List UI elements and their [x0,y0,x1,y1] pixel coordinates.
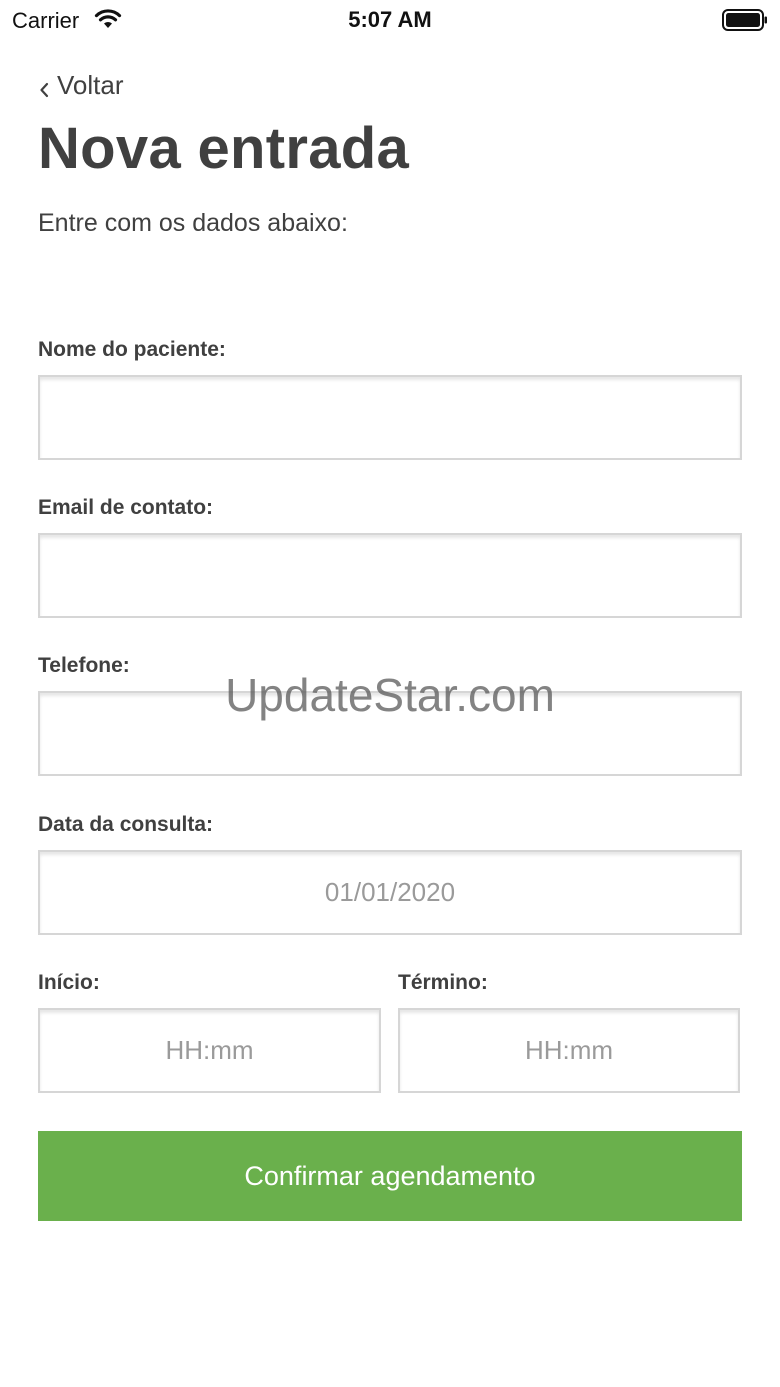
page-subtitle: Entre com os dados abaixo: [38,209,348,237]
chevron-left-icon [38,76,50,97]
phone-label: Telefone: [38,654,130,677]
confirm-appointment-button[interactable]: Confirmar agendamento [38,1131,742,1221]
phone-input[interactable] [38,691,742,776]
battery-icon [722,9,768,31]
start-time-input[interactable] [38,1008,381,1093]
end-time-label: Término: [398,971,488,994]
date-input[interactable] [38,850,742,935]
end-time-input[interactable] [398,1008,740,1093]
back-button[interactable]: Voltar [38,70,124,101]
status-time: 5:07 AM [348,7,432,32]
page-title: Nova entrada [38,116,410,181]
email-input[interactable] [38,533,742,618]
patient-name-input[interactable] [38,375,742,460]
status-bar: Carrier 5:07 AM [0,0,780,40]
date-label: Data da consulta: [38,813,214,836]
back-label: Voltar [57,70,124,100]
start-time-label: Início: [38,971,100,994]
email-label: Email de contato: [38,496,214,519]
patient-name-label: Nome do paciente: [38,338,226,361]
